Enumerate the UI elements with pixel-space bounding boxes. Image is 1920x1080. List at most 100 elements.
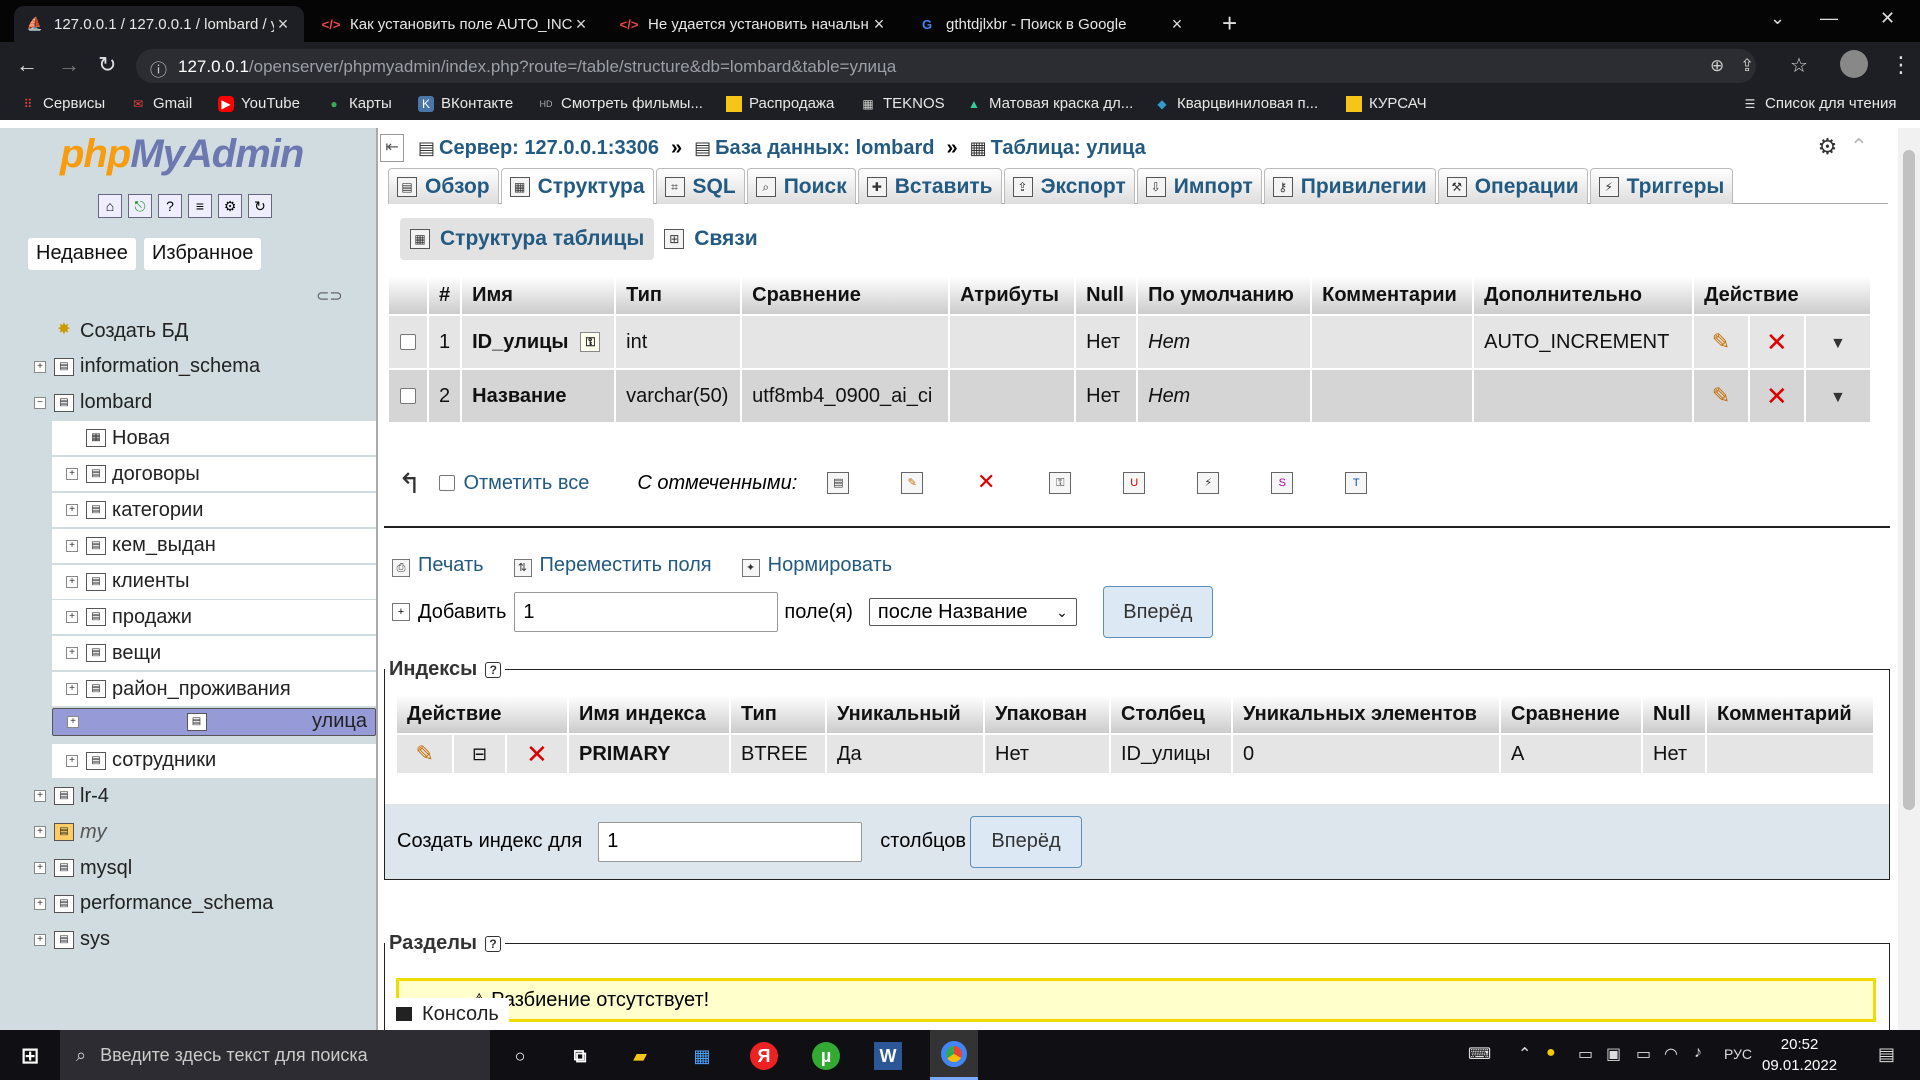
help-icon[interactable]: ? (485, 661, 502, 678)
breadcrumb-table[interactable]: Таблица: улица (991, 137, 1146, 160)
forward-icon[interactable]: → (58, 52, 80, 78)
keyboard-icon[interactable]: ⌨ (1468, 1044, 1491, 1064)
reading-list[interactable]: ☰ Список для чтения (1742, 95, 1897, 112)
language-indicator[interactable]: РУС (1724, 1046, 1752, 1062)
bookmark-youtube[interactable]: ▶ YouTube (218, 95, 300, 112)
spatial-selected-icon[interactable]: S (1271, 472, 1294, 494)
bookmark-maps[interactable]: ● Карты (326, 95, 391, 112)
word-icon[interactable]: W (874, 1042, 902, 1070)
logout-icon[interactable]: ⎋ (128, 194, 152, 218)
taskbar-search[interactable]: ⌕ Введите здесь текст для поиска (60, 1030, 490, 1080)
create-index-count-input[interactable] (598, 821, 863, 862)
tab-browse[interactable]: ▤ Обзор (388, 168, 499, 204)
tree-item-3[interactable]: − ▤ lombard (34, 386, 376, 420)
tree-item-6[interactable]: + ▤ категории (52, 493, 376, 527)
tab-search[interactable]: ⌕ Поиск (746, 168, 856, 204)
minimize-icon[interactable]: — (1820, 8, 1838, 29)
drop-column-icon[interactable]: ✕ (1766, 381, 1788, 411)
edit-column-icon[interactable]: ✎ (1712, 329, 1730, 354)
add-count-input[interactable] (514, 592, 779, 632)
expand-icon[interactable]: + (34, 933, 46, 946)
unique-selected-icon[interactable]: U (1123, 472, 1146, 494)
print-link[interactable]: ⎙ Печать (392, 554, 484, 577)
tray-app-icon[interactable]: ● (1546, 1044, 1556, 1062)
bookmark-star-icon[interactable]: ☆ (1790, 53, 1808, 78)
rename-index-icon[interactable]: ⊟ (472, 744, 487, 764)
tab-export[interactable]: ⇪ Экспорт (1003, 168, 1135, 204)
page-settings-icon[interactable]: ⚙ (1818, 134, 1838, 159)
phpmyadmin-logo[interactable]: phpMyAdmin (60, 132, 304, 177)
wifi-icon[interactable]: ◠ (1664, 1044, 1678, 1064)
refresh-icon[interactable]: ↻ (248, 194, 272, 218)
tab-insert[interactable]: ✚ Вставить (857, 168, 1002, 204)
browser-tab-phpmyadmin[interactable]: ⛵ 127.0.0.1 / 127.0.0.1 / lombard / у × (14, 6, 304, 42)
expand-icon[interactable]: + (34, 897, 46, 910)
subtab-table-structure[interactable]: ▦ Структура таблицы (400, 218, 655, 260)
tab-triggers[interactable]: ⚡ Триггеры (1589, 168, 1734, 204)
drop-column-icon[interactable]: ✕ (1766, 327, 1788, 357)
menu-icon[interactable]: ⋮ (1890, 52, 1912, 78)
close-tab-icon[interactable]: × (572, 14, 590, 35)
expand-icon[interactable]: + (34, 360, 46, 373)
close-window-icon[interactable]: ✕ (1880, 8, 1895, 29)
create-index-go-button[interactable]: Вперёд (970, 815, 1083, 868)
breadcrumb-database[interactable]: База данных: lombard (715, 137, 934, 160)
browser-tab-initial-value[interactable]: </> Не удается установить начальн × (608, 6, 900, 42)
bookmark-teknos[interactable]: ▦ TEKNOS (860, 95, 944, 112)
yandex-icon[interactable]: Я (750, 1042, 778, 1070)
browser-tab-auto-increment[interactable]: </> Как установить поле AUTO_INCF × (310, 6, 602, 42)
column-name[interactable]: Название (472, 385, 566, 407)
tray-expand-icon[interactable]: ⌃ (1518, 1044, 1531, 1064)
row-checkbox[interactable] (400, 388, 416, 405)
notifications-icon[interactable]: ▤ (1878, 1044, 1895, 1065)
profile-avatar[interactable] (1840, 50, 1868, 78)
help-icon[interactable]: ? (485, 935, 501, 952)
tree-item-14[interactable]: + ▤ lr-4 (34, 779, 376, 813)
tree-item-5[interactable]: + ▤ договоры (52, 457, 376, 492)
tree-item-17[interactable]: + ▤ performance_schema (34, 887, 376, 921)
tree-item-2[interactable]: + ▤ information_schema (34, 350, 376, 384)
tree-item-8[interactable]: + ▤ клиенты (52, 564, 376, 599)
utorrent-icon[interactable]: µ (812, 1042, 840, 1070)
tab-operations[interactable]: ⚒ Операции (1437, 168, 1588, 204)
bookmark-sale[interactable]: Распродажа (726, 95, 834, 112)
favorites-button[interactable]: Избранное (144, 238, 262, 270)
position-select[interactable]: после Название ⌄ (868, 598, 1077, 626)
docs-icon[interactable]: ≡ (188, 194, 212, 218)
info-icon[interactable]: ⓘ (150, 56, 167, 81)
check-all-link[interactable]: Отметить все (463, 472, 589, 495)
drop-selected-icon[interactable]: ✕ (975, 471, 997, 494)
tree-item-18[interactable]: + ▤ sys (34, 923, 376, 957)
edit-index-icon[interactable]: ✎ (415, 741, 433, 766)
row-checkbox[interactable] (400, 334, 416, 351)
tree-item-15[interactable]: + ▤ my (34, 815, 376, 849)
expand-icon[interactable]: + (66, 683, 78, 695)
battery-icon[interactable]: ▭ (1636, 1044, 1651, 1064)
expand-icon[interactable]: + (34, 826, 46, 839)
tree-item-4[interactable]: +▦Новая (52, 421, 376, 456)
clock[interactable]: 20:52 09.01.2022 (1762, 1034, 1837, 1076)
bookmark-vk[interactable]: K ВКонтакте (418, 95, 513, 112)
bookmark-quartz[interactable]: ◆ Кварцвиниловая п... (1154, 95, 1318, 112)
address-bar[interactable]: ⓘ 127.0.0.1/openserver/phpmyadmin/index.… (136, 49, 1756, 83)
recent-button[interactable]: Недавнее (28, 238, 136, 270)
tab-search-icon[interactable]: ⌄ (1770, 8, 1785, 29)
collapse-top-icon[interactable]: ⌃ (1850, 134, 1868, 159)
task-view-icon[interactable]: ⧉ (566, 1042, 594, 1070)
close-tab-icon[interactable]: × (870, 14, 888, 35)
cortana-icon[interactable]: ○ (506, 1042, 534, 1070)
tree-item-9[interactable]: + ▤ продажи (52, 600, 376, 635)
edit-selected-icon[interactable]: ✎ (901, 472, 924, 494)
tree-item-7[interactable]: + ▤ кем_выдан (52, 528, 376, 563)
bookmark-coursework[interactable]: КУРСАЧ (1346, 95, 1427, 112)
browse-selected-icon[interactable]: ▤ (827, 472, 850, 494)
collapse-nav-icon[interactable]: ⇤ (380, 134, 404, 162)
breadcrumb-server[interactable]: Сервер: 127.0.0.1:3306 (439, 137, 659, 160)
bookmark-movies[interactable]: HD Смотреть фильмы... (538, 95, 703, 112)
windows-start-icon[interactable]: ⊞ (16, 1042, 44, 1070)
store-icon[interactable]: ▦ (688, 1042, 716, 1070)
add-go-button[interactable]: Вперёд (1102, 586, 1213, 638)
tree-item-13[interactable]: + ▤ сотрудники (52, 743, 376, 778)
check-all-checkbox[interactable] (439, 475, 456, 491)
move-columns-link[interactable]: ⇅ Переместить поля (513, 554, 712, 577)
